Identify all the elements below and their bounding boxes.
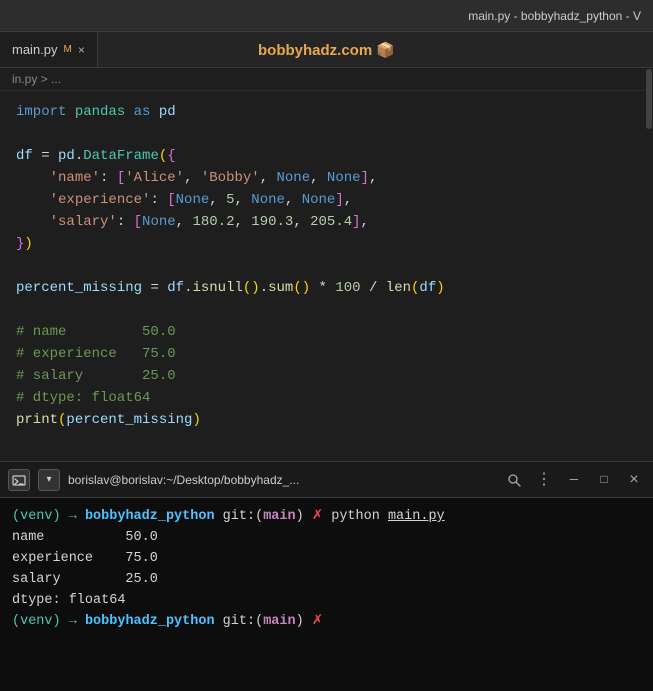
terminal-line-1: (venv) → bobbyhadz_python git:(main) ✗ p… [12, 506, 641, 527]
code-line-6: 'salary': [None, 180.2, 190.3, 205.4], [16, 211, 637, 233]
tab-modified-marker: M [64, 44, 72, 55]
code-line-1: import pandas as pd [16, 101, 637, 123]
title-bar-text: main.py - bobbyhadz_python - V [468, 9, 641, 23]
terminal-search-button[interactable] [503, 469, 525, 491]
maximize-icon: □ [600, 473, 607, 487]
tab-name: main.py [12, 42, 58, 57]
terminal-output: (venv) → bobbyhadz_python git:(main) ✗ p… [0, 498, 653, 691]
terminal-line-3: experience 75.0 [12, 548, 641, 569]
code-line-7: }) [16, 233, 637, 255]
terminal-maximize-button[interactable]: □ [593, 469, 615, 491]
scrollbar-track [645, 68, 653, 437]
code-line-13: # salary 25.0 [16, 365, 637, 387]
code-line-14: # dtype: float64 [16, 387, 637, 409]
more-icon: ⋮ [536, 472, 552, 488]
tab-close-button[interactable]: × [78, 43, 85, 57]
code-line-8 [16, 255, 637, 277]
editor-tab[interactable]: main.py M × [0, 32, 98, 67]
terminal-title: borislav@borislav:~/Desktop/bobbyhadz_..… [68, 473, 495, 487]
terminal-close-button[interactable]: × [623, 469, 645, 491]
code-line-9: percent_missing = df.isnull().sum() * 10… [16, 277, 637, 299]
terminal-line-6: (venv) → bobbyhadz_python git:(main) ✗ [12, 611, 641, 632]
scrollbar-thumb[interactable] [646, 69, 652, 129]
code-editor: import pandas as pd df = pd.DataFrame({ … [0, 91, 653, 461]
terminal-minimize-button[interactable]: — [563, 469, 585, 491]
code-line-2 [16, 123, 637, 145]
code-line-11: # name 50.0 [16, 321, 637, 343]
tab-bar: main.py M × bobbyhadz.com 📦 [0, 32, 653, 68]
terminal-line-4: salary 25.0 [12, 569, 641, 590]
breadcrumb-text: in.py > ... [12, 72, 61, 86]
code-line-10 [16, 299, 637, 321]
code-line-5: 'experience': [None, 5, None, None], [16, 189, 637, 211]
title-bar: main.py - bobbyhadz_python - V [0, 0, 653, 32]
terminal-new-button[interactable] [8, 469, 30, 491]
terminal-line-5: dtype: float64 [12, 590, 641, 611]
terminal-line-2: name 50.0 [12, 527, 641, 548]
breadcrumb: in.py > ... [0, 68, 653, 91]
terminal-more-button[interactable]: ⋮ [533, 469, 555, 491]
dropdown-icon: ▾ [46, 474, 51, 486]
terminal-panel: ▾ borislav@borislav:~/Desktop/bobbyhadz_… [0, 461, 653, 691]
code-line-4: 'name': ['Alice', 'Bobby', None, None], [16, 167, 637, 189]
close-icon: × [629, 471, 639, 489]
code-line-12: # experience 75.0 [16, 343, 637, 365]
terminal-dropdown-button[interactable]: ▾ [38, 469, 60, 491]
terminal-tab-bar: ▾ borislav@borislav:~/Desktop/bobbyhadz_… [0, 462, 653, 498]
code-line-3: df = pd.DataFrame({ [16, 145, 637, 167]
code-line-15: print(percent_missing) [16, 409, 637, 431]
minimize-icon: — [570, 472, 578, 488]
site-title: bobbyhadz.com 📦 [258, 41, 395, 59]
